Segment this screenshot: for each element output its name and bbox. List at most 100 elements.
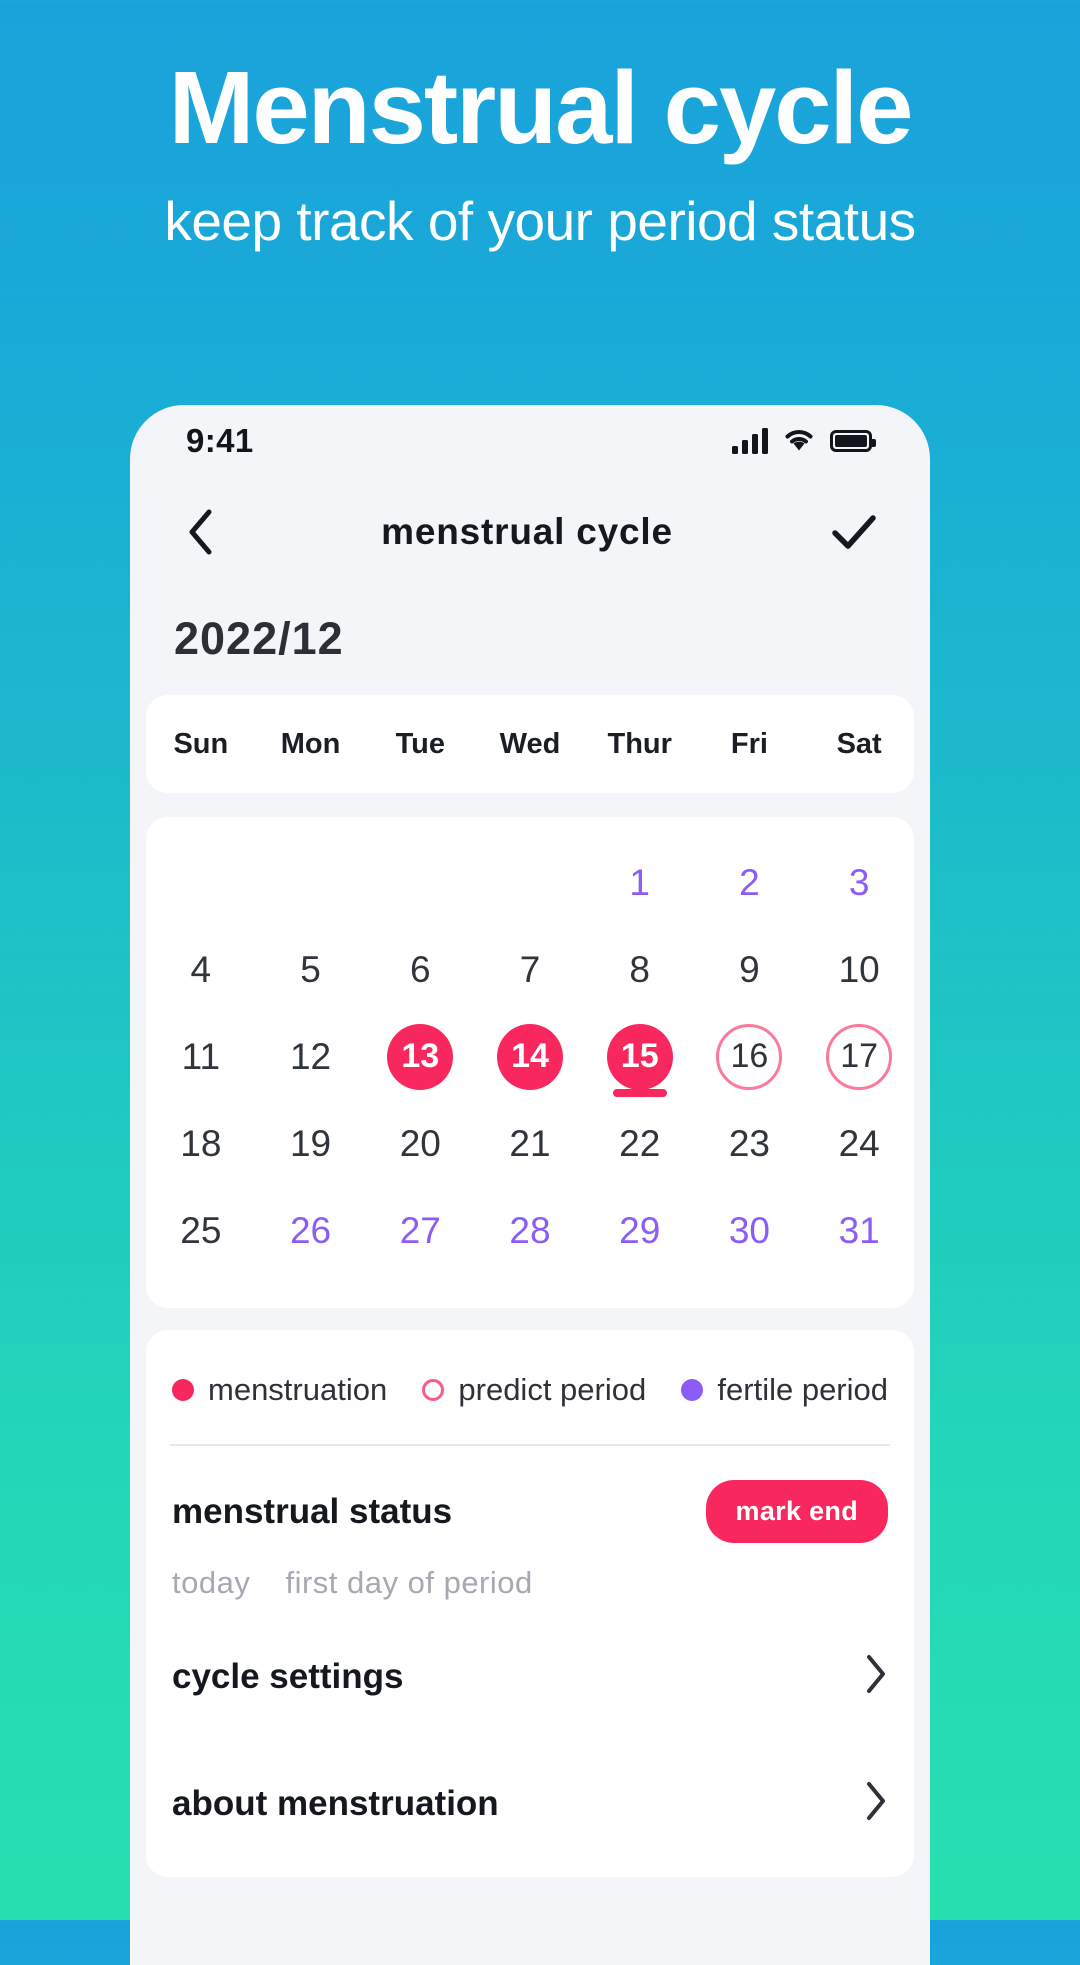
status-bar: 9:41 [130,405,930,477]
day-number: 30 [728,1209,770,1251]
check-icon [832,515,876,549]
filled-pink-marker-icon [172,1379,194,1401]
calendar-cell[interactable]: 18 [146,1100,256,1187]
calendar-card: 1 2 3 4 5 6 7 8 9 10 11 12 13 14 15 16 17 18 19 20 21 22 23 24 2… [146,817,914,1308]
calendar-cell[interactable]: 24 [804,1100,914,1187]
calendar-cell[interactable]: 26 [256,1187,366,1274]
calendar-cell-empty [256,839,366,926]
day-number: 18 [180,1122,222,1164]
calendar-cell[interactable]: 17 [804,1013,914,1100]
calendar-cell[interactable]: 8 [585,926,695,1013]
day-number: 31 [838,1209,880,1251]
calendar-cell[interactable]: 29 [585,1187,695,1274]
day-number: 19 [289,1122,332,1164]
legend-item: menstruation [172,1372,387,1408]
calendar-cell[interactable]: 12 [256,1013,366,1100]
weekday-label: Tue [395,727,445,760]
legend-label: menstruation [208,1372,388,1407]
day-number: 24 [838,1122,880,1164]
mark-end-button[interactable]: mark end [705,1480,888,1543]
calendar-cell[interactable]: 14 [475,1013,585,1100]
day-number: 11 [181,1035,221,1077]
day-number: 20 [399,1122,441,1164]
weekday-header: Sun Mon Tue Wed Thur Fri Sat [146,695,914,793]
filled-violet-marker-icon [681,1379,704,1401]
calendar-cell[interactable]: 9 [695,926,805,1013]
status-today-label: today [172,1565,251,1600]
calendar-cell[interactable]: 5 [256,926,366,1013]
day-number: 25 [180,1209,222,1251]
legend-label: fertile period [717,1372,888,1407]
status-detail-label: first day of period [285,1565,533,1600]
day-number: 16 [716,1023,783,1090]
day-number: 15 [606,1023,673,1090]
calendar-cell[interactable]: 3 [804,839,914,926]
calendar-cell[interactable]: 11 [146,1013,256,1100]
day-number: 2 [739,861,760,903]
back-button[interactable] [170,502,230,562]
calendar-grid: 1 2 3 4 5 6 7 8 9 10 11 12 13 14 15 16 17 18 19 20 21 22 23 24 2… [146,839,914,1274]
info-card: menstruation predict period fertile period… [146,1330,914,1877]
calendar-cell[interactable]: 10 [804,926,914,1013]
calendar-cell[interactable]: 15 [585,1013,695,1100]
calendar-cell[interactable]: 22 [585,1100,695,1187]
battery-icon [830,430,876,452]
calendar-cell[interactable]: 16 [695,1013,805,1100]
list-item-label: about menstruation [172,1783,499,1823]
day-number: 4 [190,948,212,990]
month-header: 2022/12 [130,587,930,695]
calendar-cell[interactable]: 28 [475,1187,585,1274]
chevron-right-icon [864,1780,888,1827]
day-number: 29 [619,1209,661,1251]
list-item[interactable]: cycle settings [146,1613,914,1740]
day-number: 6 [409,948,431,990]
day-number: 12 [289,1035,332,1077]
calendar-cell[interactable]: 27 [365,1187,475,1274]
list-item[interactable]: about menstruation [146,1740,914,1867]
calendar-cell[interactable]: 20 [365,1100,475,1187]
legend-item: predict period [422,1372,646,1408]
page-title: menstrual cycle [381,511,673,552]
calendar-cell[interactable]: 19 [256,1100,366,1187]
confirm-button[interactable] [824,502,884,562]
calendar-cell[interactable]: 1 [585,839,695,926]
weekday-label: Mon [280,727,341,760]
calendar-cell[interactable]: 7 [475,926,585,1013]
calendar-cell[interactable]: 25 [146,1187,256,1274]
weekday-label: Sun [173,727,229,760]
status-bar-icons [732,426,876,457]
day-number: 26 [289,1209,332,1251]
calendar-cell[interactable]: 4 [146,926,256,1013]
promo-subtitle: keep track of your period status [164,190,916,253]
day-number: 3 [848,861,870,903]
calendar-cell[interactable]: 6 [365,926,475,1013]
phone-mockup: 9:41 menstrual cycle 2022/12 Sun Mon Tue… [130,405,930,1965]
wifi-icon [783,426,815,457]
promo-title: Menstrual cycle [168,50,914,165]
weekday-label: Fri [730,727,768,760]
calendar-cell[interactable]: 21 [475,1100,585,1187]
day-number: 23 [728,1122,770,1164]
calendar-cell[interactable]: 23 [695,1100,805,1187]
day-number: 5 [300,948,321,990]
day-number: 10 [838,948,880,990]
calendar-cell[interactable]: 31 [804,1187,914,1274]
calendar-cell-empty [475,839,585,926]
day-number: 27 [399,1209,441,1251]
chevron-left-icon [189,509,212,555]
day-number: 22 [619,1122,661,1164]
day-number: 9 [739,948,760,990]
calendar-cell-empty [365,839,475,926]
weekday-label: Thur [607,727,672,760]
promo-header: Menstrual cycle keep track of your perio… [0,0,1080,253]
day-number: 17 [826,1023,893,1090]
calendar-cell[interactable]: 13 [365,1013,475,1100]
calendar-cell[interactable]: 30 [695,1187,805,1274]
calendar-cell[interactable]: 2 [695,839,805,926]
today-indicator [612,1089,667,1097]
settings-list: cycle settings about menstruation [146,1613,914,1867]
day-number: 21 [509,1122,551,1164]
day-number: 13 [387,1023,454,1090]
legend: menstruation predict period fertile period [146,1330,914,1444]
signal-bars-icon [732,428,768,454]
